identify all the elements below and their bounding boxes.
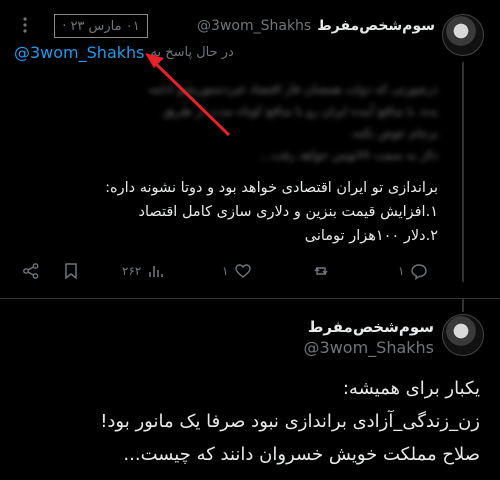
annotation-arrow [145,53,231,137]
